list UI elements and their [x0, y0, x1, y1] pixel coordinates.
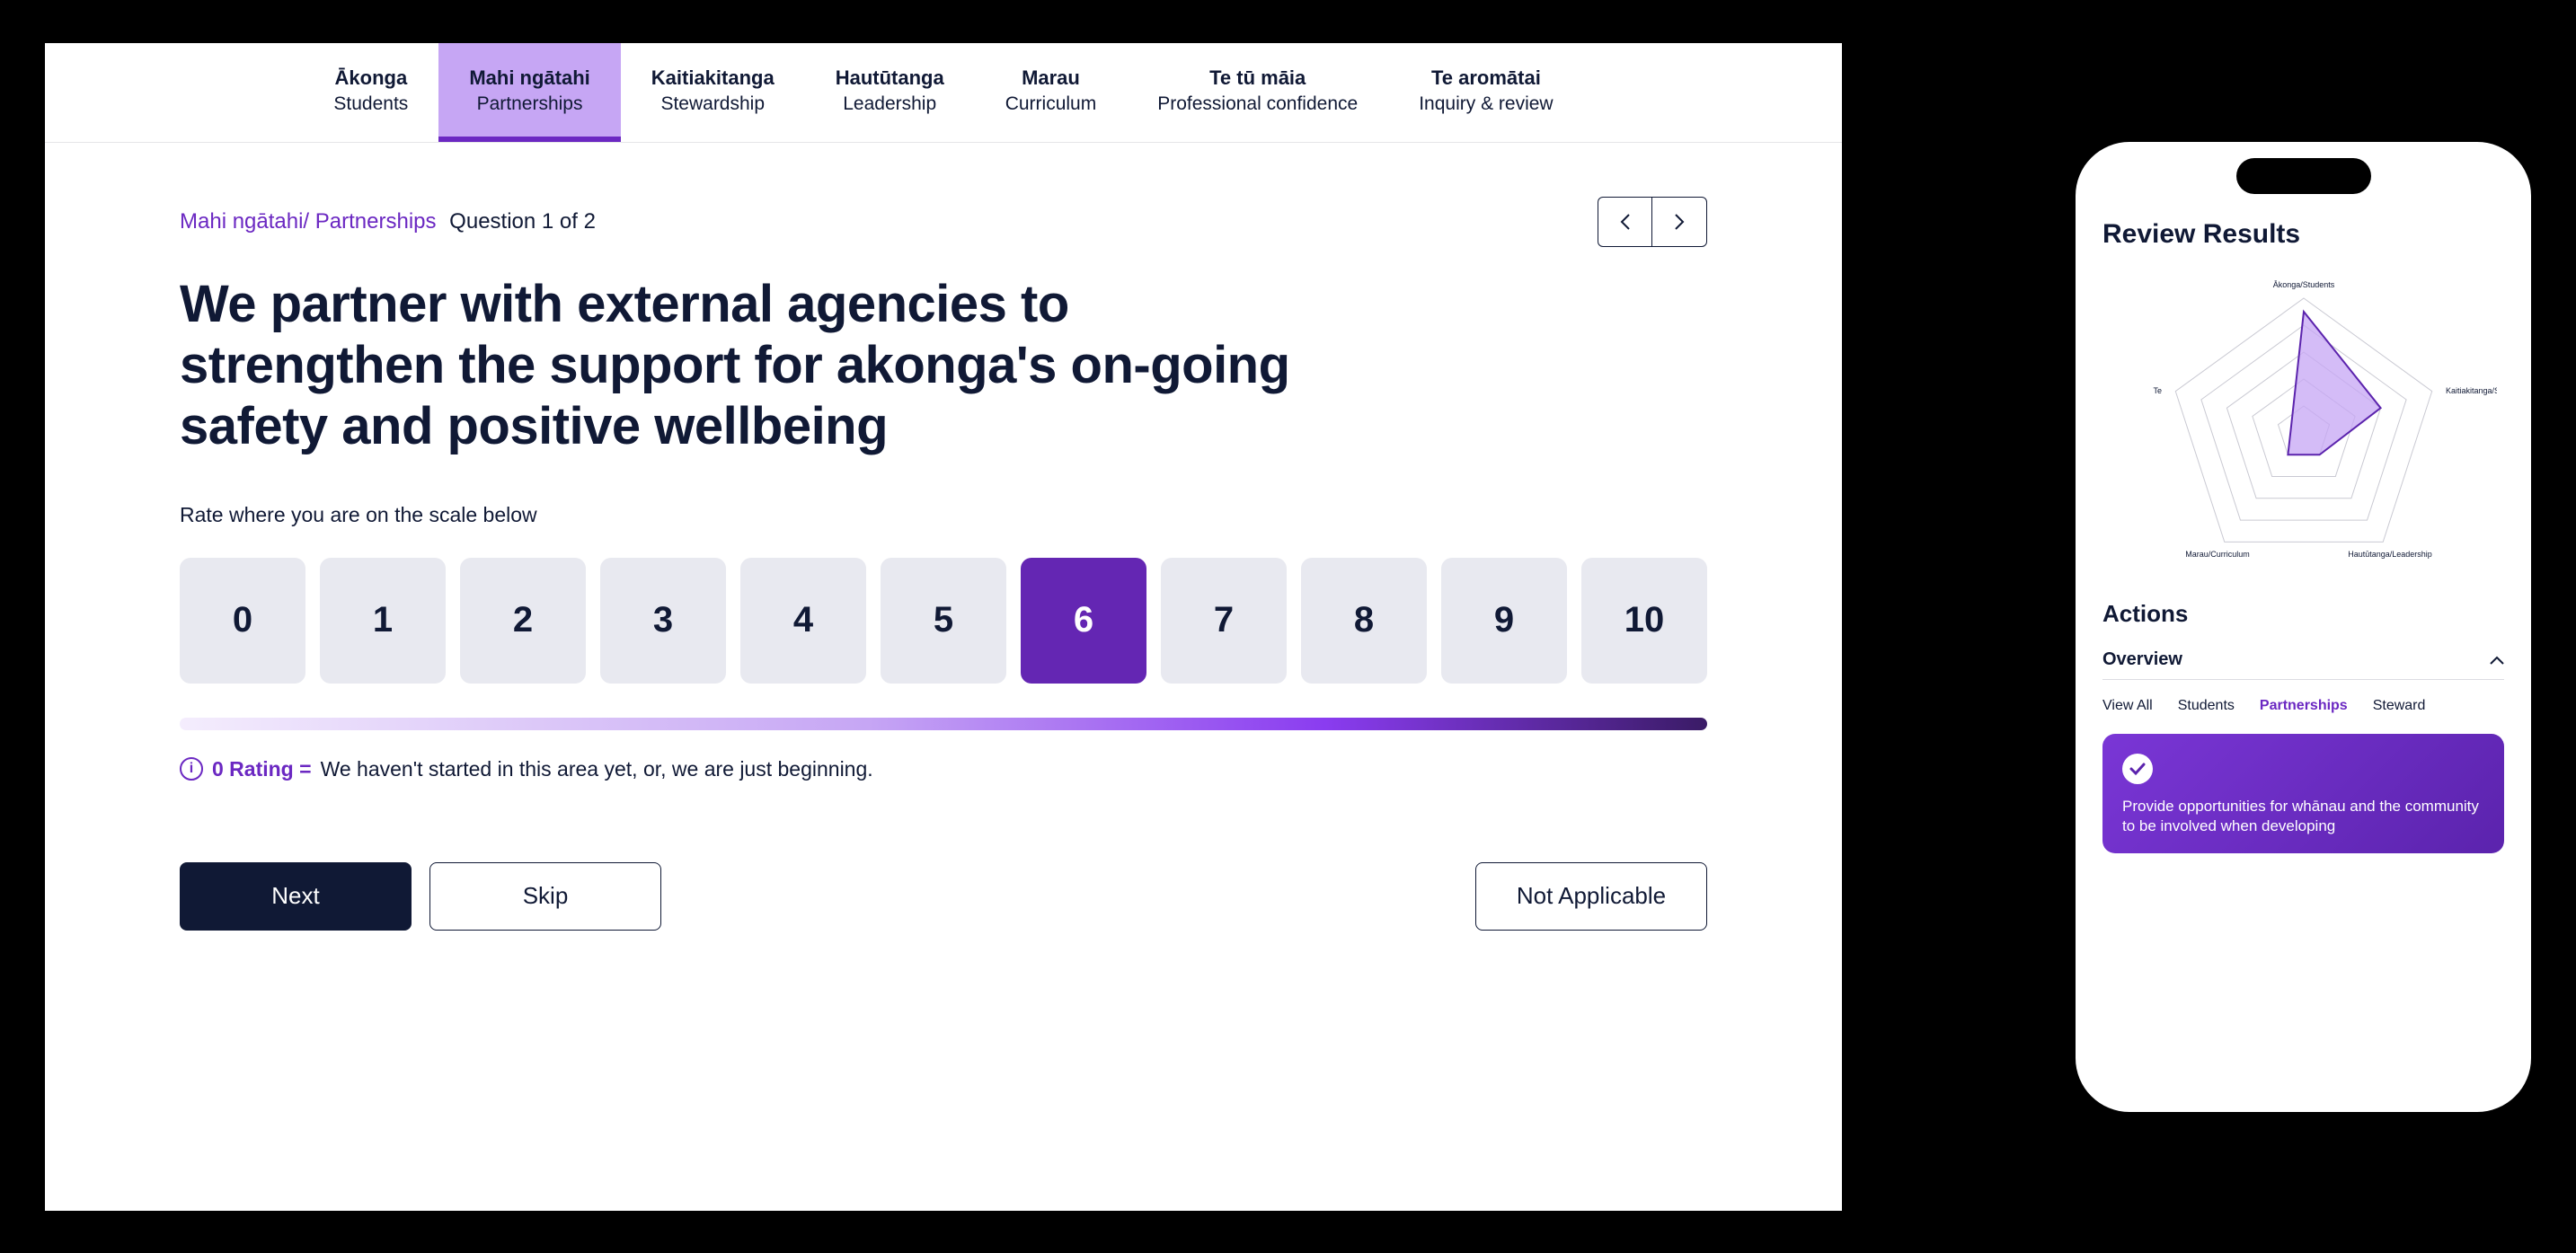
- filter-students[interactable]: Students: [2178, 698, 2235, 714]
- action-filter-tabs: View All Students Partnerships Steward: [2102, 680, 2504, 734]
- tab-marau[interactable]: Marau Curriculum: [975, 43, 1128, 142]
- footer-buttons: Next Skip Not Applicable: [180, 862, 1707, 931]
- tab-maori-label: Te tū māia: [1157, 66, 1358, 90]
- rating-10[interactable]: 10: [1581, 558, 1707, 684]
- breadcrumb: Mahi ngātahi/ Partnerships Question 1 of…: [180, 209, 596, 234]
- check-icon: [2122, 754, 2153, 784]
- rating-4[interactable]: 4: [740, 558, 866, 684]
- rating-6[interactable]: 6: [1021, 558, 1146, 684]
- tab-te-tu-maia[interactable]: Te tū māia Professional confidence: [1127, 43, 1388, 142]
- tab-maori-label: Hautūtanga: [836, 66, 944, 90]
- scale-gradient: [180, 718, 1707, 730]
- phone-content: Review Results Ākonga/Students: [2102, 219, 2504, 854]
- breadcrumb-question-number: Question 1 of 2: [449, 209, 596, 234]
- chevron-right-icon: [1673, 213, 1686, 231]
- action-card-text: Provide opportunities for whānau and the…: [2122, 797, 2484, 838]
- tab-english-label: Leadership: [836, 93, 944, 115]
- rating-1[interactable]: 1: [320, 558, 446, 684]
- rating-0[interactable]: 0: [180, 558, 305, 684]
- tab-english-label: Inquiry & review: [1419, 93, 1553, 115]
- next-button[interactable]: Next: [180, 862, 412, 931]
- tab-mahi-ngatahi[interactable]: Mahi ngātahi Partnerships: [438, 43, 620, 142]
- svg-text:Te: Te: [2153, 386, 2162, 395]
- spacer: [45, 43, 303, 142]
- svg-text:Ākonga/Students: Ākonga/Students: [2272, 280, 2334, 289]
- tab-hautuutanga[interactable]: Hautūtanga Leadership: [805, 43, 975, 142]
- tab-te-aromatai[interactable]: Te aromātai Inquiry & review: [1388, 43, 1583, 142]
- tab-kaitiakitanga[interactable]: Kaitiakitanga Stewardship: [621, 43, 805, 142]
- radar-series: [2288, 312, 2380, 454]
- rating-scale: 0 1 2 3 4 5 6 7 8 9 10: [180, 558, 1707, 684]
- radar-svg: Ākonga/Students Kaitiakitanga/Stewardshi…: [2111, 267, 2497, 590]
- svg-text:Kaitiakitanga/Stewardship: Kaitiakitanga/Stewardship: [2446, 386, 2497, 395]
- tab-english-label: Students: [333, 93, 408, 115]
- tab-english-label: Partnerships: [469, 93, 589, 115]
- info-icon: i: [180, 757, 203, 781]
- rating-9[interactable]: 9: [1441, 558, 1567, 684]
- page-title: Review Results: [2102, 219, 2504, 250]
- legend-text: We haven't started in this area yet, or,…: [321, 757, 873, 781]
- overview-accordion[interactable]: Overview: [2102, 640, 2504, 680]
- actions-heading: Actions: [2102, 600, 2504, 628]
- breadcrumb-category: Mahi ngātahi/ Partnerships: [180, 209, 437, 234]
- tab-english-label: Curriculum: [1005, 93, 1097, 115]
- results-radar-chart: Ākonga/Students Kaitiakitanga/Stewardshi…: [2102, 262, 2504, 595]
- not-applicable-button[interactable]: Not Applicable: [1475, 862, 1707, 931]
- phone-mock: Review Results Ākonga/Students: [2076, 142, 2531, 1112]
- question-content: Mahi ngātahi/ Partnerships Question 1 of…: [45, 143, 1842, 1211]
- accordion-label: Overview: [2102, 649, 2182, 670]
- tab-maori-label: Te aromātai: [1419, 66, 1553, 90]
- legend-bold: 0 Rating =: [212, 757, 312, 781]
- survey-window: Ākonga Students Mahi ngātahi Partnership…: [45, 43, 1842, 1211]
- svg-text:Hautūtanga/Leadership: Hautūtanga/Leadership: [2348, 550, 2432, 559]
- filter-steward[interactable]: Steward: [2373, 698, 2426, 714]
- action-card[interactable]: Provide opportunities for whānau and the…: [2102, 734, 2504, 854]
- filter-partnerships[interactable]: Partnerships: [2260, 698, 2348, 714]
- filter-view-all[interactable]: View All: [2102, 698, 2153, 714]
- rating-5[interactable]: 5: [881, 558, 1006, 684]
- tab-maori-label: Kaitiakitanga: [651, 66, 775, 90]
- tab-maori-label: Ākonga: [333, 66, 408, 90]
- rate-instruction: Rate where you are on the scale below: [180, 503, 1707, 527]
- question-text: We partner with external agencies to str…: [180, 274, 1348, 458]
- scale-legend: i 0 Rating = We haven't started in this …: [180, 757, 1707, 781]
- spacer: [1584, 43, 1842, 142]
- tab-akonga[interactable]: Ākonga Students: [303, 43, 438, 142]
- rating-7[interactable]: 7: [1161, 558, 1287, 684]
- rating-2[interactable]: 2: [460, 558, 586, 684]
- svg-text:Marau/Curriculum: Marau/Curriculum: [2185, 550, 2250, 559]
- prev-question-button[interactable]: [1598, 198, 1652, 246]
- rating-3[interactable]: 3: [600, 558, 726, 684]
- breadcrumb-row: Mahi ngātahi/ Partnerships Question 1 of…: [180, 197, 1707, 247]
- chevron-left-icon: [1619, 213, 1632, 231]
- rating-8[interactable]: 8: [1301, 558, 1427, 684]
- tab-english-label: Stewardship: [651, 93, 775, 115]
- phone-notch: [2236, 158, 2371, 194]
- tab-maori-label: Marau: [1005, 66, 1097, 90]
- question-nav: [1598, 197, 1707, 247]
- category-tabs: Ākonga Students Mahi ngātahi Partnership…: [45, 43, 1842, 143]
- chevron-up-icon: [2490, 650, 2504, 669]
- skip-button[interactable]: Skip: [429, 862, 661, 931]
- next-question-button[interactable]: [1652, 198, 1706, 246]
- tab-english-label: Professional confidence: [1157, 93, 1358, 115]
- tab-maori-label: Mahi ngātahi: [469, 66, 589, 90]
